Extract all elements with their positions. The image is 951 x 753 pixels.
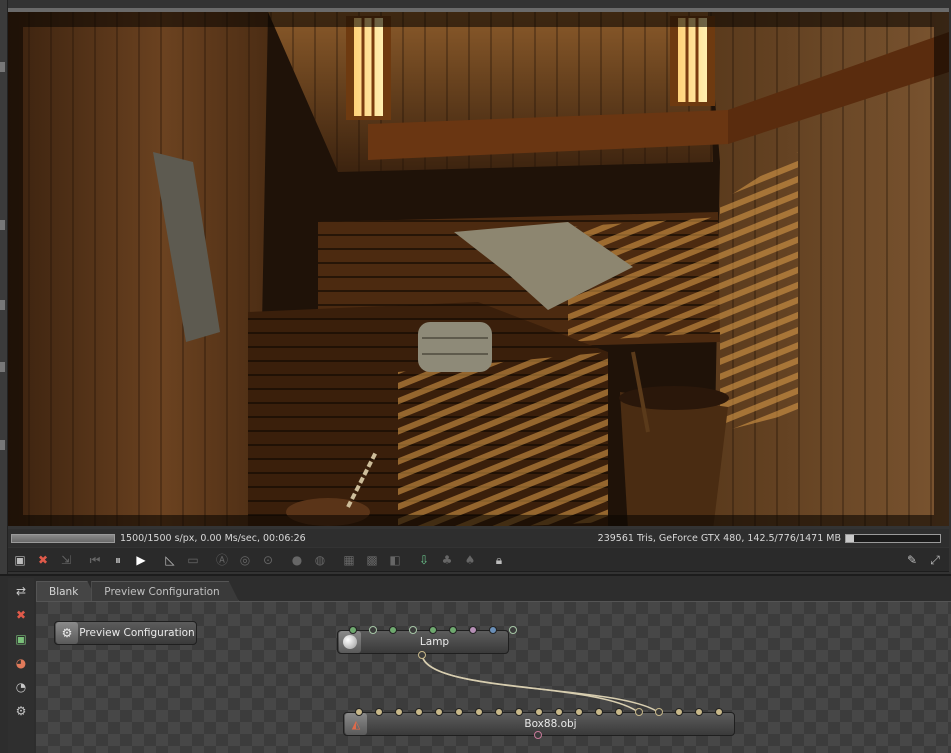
region-icon[interactable]: ▦: [340, 551, 358, 569]
node-graph-canvas[interactable]: ⚙ Preview Configuration Lamp ◭ Box88.obj: [36, 601, 951, 753]
box88-input-pin[interactable]: [615, 708, 623, 716]
box88-input-pin[interactable]: [715, 708, 723, 716]
node-arrange-icon[interactable]: ⇄: [12, 582, 30, 600]
box88-input-pin[interactable]: [535, 708, 543, 716]
lamp-input-pin[interactable]: [349, 626, 357, 634]
lamp-output-pin[interactable]: [418, 651, 426, 659]
gpu-status: 239561 Tris, GeForce GTX 480, 142.5/776/…: [597, 532, 841, 544]
box88-input-pin[interactable]: [595, 708, 603, 716]
lamp-input-pin[interactable]: [509, 626, 517, 634]
lamp-input-pin[interactable]: [469, 626, 477, 634]
preview-configuration-node[interactable]: ⚙ Preview Configuration: [54, 621, 197, 645]
box88-input-pin[interactable]: [555, 708, 563, 716]
lamp-input-pin[interactable]: [429, 626, 437, 634]
box88-input-pin[interactable]: [435, 708, 443, 716]
graph-tabs: Blank Preview Configuration: [36, 581, 239, 601]
screenshot-icon[interactable]: ▣: [11, 551, 29, 569]
box88-input-pin[interactable]: [495, 708, 503, 716]
rewind-icon[interactable]: ⏮: [86, 551, 104, 569]
tree-icon[interactable]: ♣: [438, 551, 456, 569]
lamp-input-pin[interactable]: [389, 626, 397, 634]
mesh-icon: ◭: [345, 713, 367, 735]
lamp-input-pin[interactable]: [369, 626, 377, 634]
octane-render-window: 1500/1500 s/px, 0.00 Ms/sec, 00:06:26 23…: [0, 0, 951, 753]
node-tools-sidebar: ⇄ ✖ ▣ ◕ ◔ ⚙: [8, 578, 34, 753]
node-graph-panel: ⇄ ✖ ▣ ◕ ◔ ⚙ Blank Preview Configuration …: [0, 574, 951, 753]
box88-input-pin[interactable]: [395, 708, 403, 716]
lamp-input-pin[interactable]: [489, 626, 497, 634]
box88-input-pin[interactable]: [695, 708, 703, 716]
memory-bar: [845, 533, 941, 543]
box88-input-pin[interactable]: [655, 708, 663, 716]
refocus-icon[interactable]: ⇲: [57, 551, 75, 569]
sphere-icon[interactable]: ●: [288, 551, 306, 569]
left-panel-edge: [0, 0, 8, 575]
half-icon[interactable]: ◧: [386, 551, 404, 569]
tree-alt-icon[interactable]: ♠: [461, 551, 479, 569]
sphere-icon: [339, 631, 361, 653]
play-icon[interactable]: ▶: [132, 551, 150, 569]
aperture-icon[interactable]: Ⓐ: [213, 551, 231, 569]
lock-target-icon[interactable]: ⊙: [259, 551, 277, 569]
settings-node-icon: ⚙: [56, 622, 78, 644]
image-node-icon[interactable]: ▣: [12, 630, 30, 648]
box88-input-pin[interactable]: [455, 708, 463, 716]
samples-status: 1500/1500 s/px, 0.00 Ms/sec, 00:06:26: [120, 532, 306, 544]
box88-input-pin[interactable]: [515, 708, 523, 716]
measure-icon[interactable]: ◺: [161, 551, 179, 569]
clear-cache-icon[interactable]: ✖: [12, 606, 30, 624]
render-image: [8, 12, 949, 526]
settings-node-icon[interactable]: ⚙: [12, 702, 30, 720]
render-toolbar: ▣ ✖ ⇲ ⏮ ⏸ ▶ ◺ ▭ Ⓐ ◎ ⊙ ● ◍ ▦ ▩ ◧ ⇩ ♣ ♠ 🔒︎…: [8, 548, 949, 572]
box88-input-pin[interactable]: [415, 708, 423, 716]
pause-icon[interactable]: ⏸: [109, 551, 127, 569]
clear-icon[interactable]: ✖: [34, 551, 52, 569]
render-progress-bar: [11, 533, 115, 543]
sphere-alt-icon[interactable]: ◍: [311, 551, 329, 569]
box88-input-pin[interactable]: [475, 708, 483, 716]
box88-input-pin[interactable]: [355, 708, 363, 716]
material-node-icon[interactable]: ◕: [12, 654, 30, 672]
status-bar: 1500/1500 s/px, 0.00 Ms/sec, 00:06:26 23…: [8, 529, 949, 547]
tab-blank[interactable]: Blank: [36, 581, 97, 601]
render-viewport[interactable]: [8, 8, 949, 526]
fullscreen-icon[interactable]: ⤢: [926, 551, 944, 569]
import-icon[interactable]: ⇩: [415, 551, 433, 569]
box88-input-pin[interactable]: [575, 708, 583, 716]
lock-icon[interactable]: 🔒︎: [490, 551, 508, 569]
box88-input-pin[interactable]: [635, 708, 643, 716]
lamp-input-pin[interactable]: [449, 626, 457, 634]
camera-target-icon[interactable]: ◎: [236, 551, 254, 569]
wrench-icon[interactable]: ✎: [903, 551, 921, 569]
monitor-icon[interactable]: ▭: [184, 551, 202, 569]
tab-preview-configuration[interactable]: Preview Configuration: [91, 581, 238, 601]
checker-icon[interactable]: ▩: [363, 551, 381, 569]
lamp-input-pin[interactable]: [409, 626, 417, 634]
box88-input-pin[interactable]: [675, 708, 683, 716]
texture-node-icon[interactable]: ◔: [12, 678, 30, 696]
box88-output-pin[interactable]: [534, 731, 542, 739]
box88-input-pin[interactable]: [375, 708, 383, 716]
